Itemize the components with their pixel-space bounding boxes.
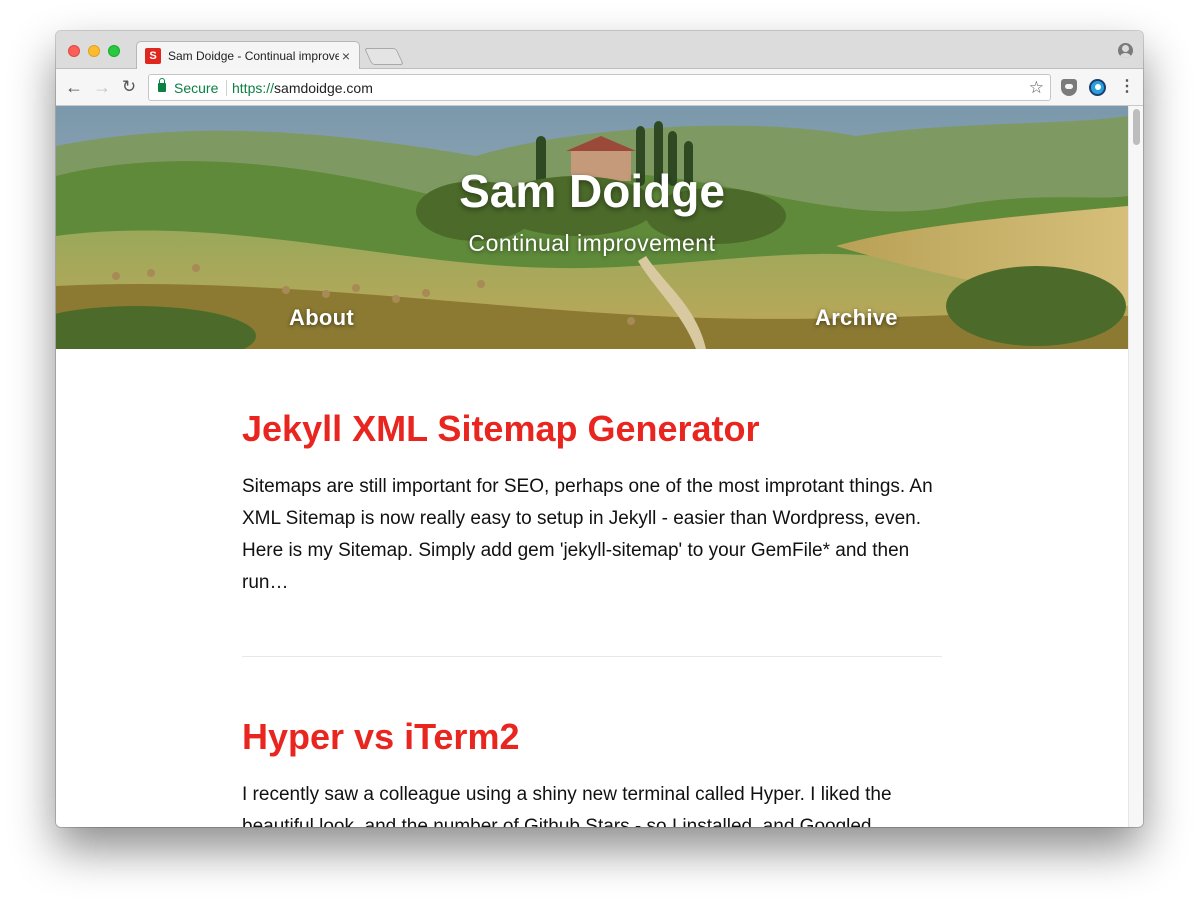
post-title-link[interactable]: Hyper vs iTerm2 <box>242 715 942 759</box>
nav-link-archive[interactable]: Archive <box>815 305 898 331</box>
address-bar[interactable]: Secure https://samdoidge.com ☆ <box>148 74 1051 101</box>
profile-icon[interactable] <box>1118 43 1133 58</box>
browser-window: S Sam Doidge - Continual improvement × ←… <box>56 31 1143 827</box>
extension-globe-icon[interactable] <box>1089 79 1106 96</box>
window-minimize-button[interactable] <box>88 45 100 57</box>
tab-close-icon[interactable]: × <box>339 48 353 64</box>
forward-button[interactable]: → <box>92 77 112 97</box>
extension-shield-icon[interactable] <box>1061 79 1077 96</box>
browser-toolbar: ← → ↻ Secure https://samdoidge.com ☆ ⋮ <box>56 69 1143 106</box>
header-hero-image: Sam Doidge Continual improvement About A… <box>56 106 1128 349</box>
secure-label[interactable]: Secure <box>174 80 218 96</box>
vertical-scrollbar[interactable] <box>1128 106 1143 827</box>
browser-menu-icon[interactable]: ⋮ <box>1119 78 1135 96</box>
favicon-icon: S <box>145 48 161 64</box>
post-excerpt: I recently saw a colleague using a shiny… <box>242 784 892 827</box>
back-button[interactable]: ← <box>64 77 84 97</box>
address-separator <box>226 80 227 96</box>
browser-tab[interactable]: S Sam Doidge - Continual improvement × <box>136 41 360 70</box>
window-close-button[interactable] <box>68 45 80 57</box>
url-text[interactable]: https://samdoidge.com <box>232 80 373 96</box>
reload-button[interactable]: ↻ <box>119 77 139 97</box>
url-scheme: https:// <box>232 80 275 96</box>
new-tab-button[interactable] <box>364 48 404 65</box>
post-divider <box>242 656 942 657</box>
post-item: Jekyll XML Sitemap Generator Sitemaps ar… <box>242 407 942 599</box>
post-excerpt: Sitemaps are still important for SEO, pe… <box>242 476 933 593</box>
bookmark-star-icon[interactable]: ☆ <box>1029 78 1044 98</box>
url-host: samdoidge.com <box>274 80 373 96</box>
post-item: Hyper vs iTerm2 I recently saw a colleag… <box>242 715 942 827</box>
lock-icon[interactable] <box>158 78 166 92</box>
nav-link-about[interactable]: About <box>289 305 354 331</box>
site-subtitle: Continual improvement <box>468 230 716 256</box>
post-title-link[interactable]: Jekyll XML Sitemap Generator <box>242 407 942 451</box>
site-title[interactable]: Sam Doidge <box>56 164 1128 218</box>
tab-title: Sam Doidge - Continual improvement <box>168 49 339 63</box>
window-maximize-button[interactable] <box>108 45 120 57</box>
title-bar: S Sam Doidge - Continual improvement × <box>56 31 1143 70</box>
landscape-illustration <box>56 106 1128 349</box>
scrollbar-thumb[interactable] <box>1133 109 1140 145</box>
page-viewport: Sam Doidge Continual improvement About A… <box>56 106 1128 827</box>
